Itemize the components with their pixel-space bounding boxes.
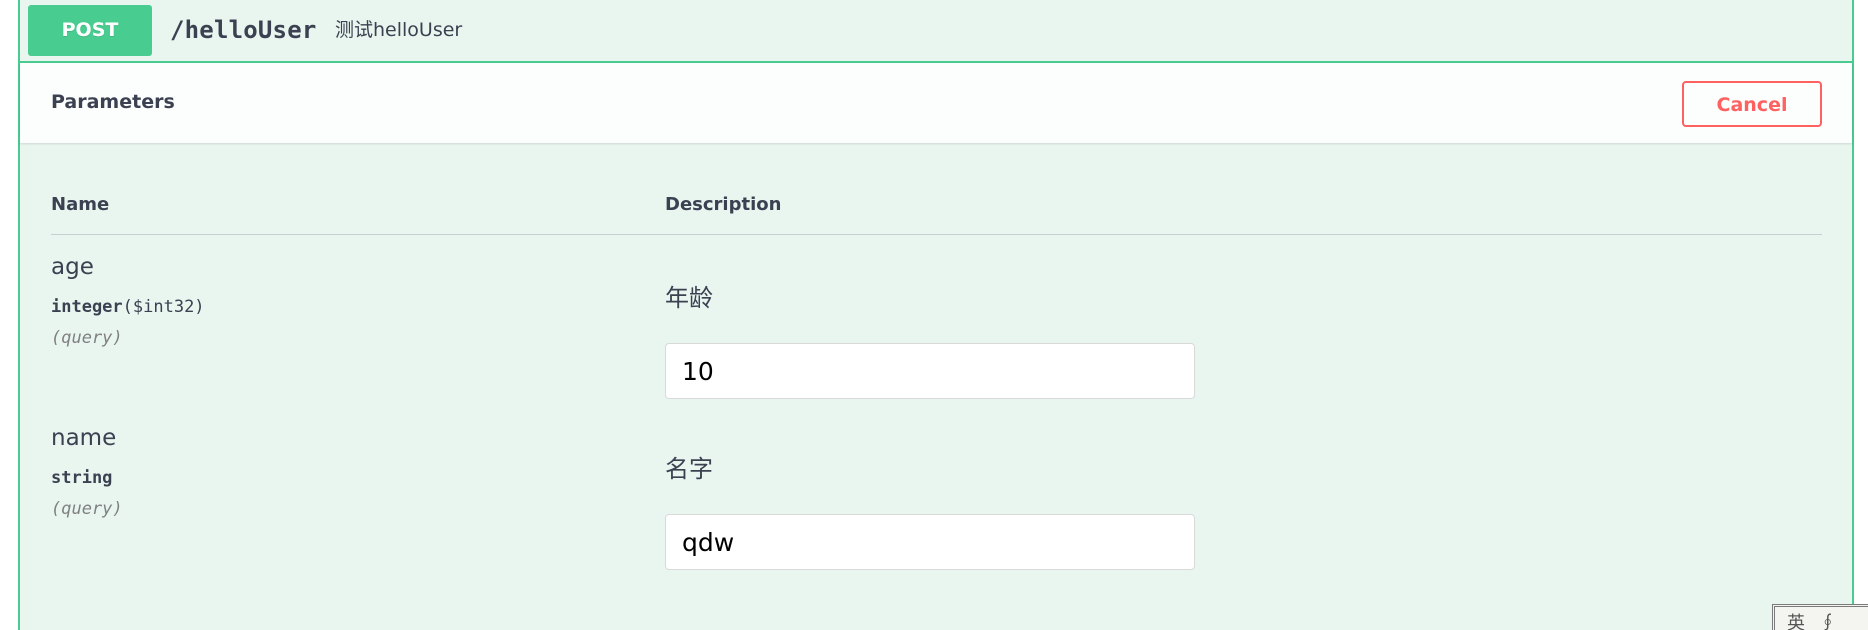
swagger-page: POST /helloUser 测试helloUser Parameters C…	[0, 0, 1868, 630]
method-badge[interactable]: POST	[28, 5, 152, 56]
header-divider	[51, 234, 1822, 235]
param-description-age: 年龄	[665, 284, 713, 312]
param-type-value: integer	[51, 297, 123, 317]
param-input-name[interactable]	[665, 514, 1195, 570]
param-input-age[interactable]	[665, 343, 1195, 399]
param-type-name: string	[51, 468, 112, 488]
param-format: ($int32)	[122, 297, 205, 317]
operation-path[interactable]: /helloUser	[170, 14, 317, 46]
operation-summary[interactable]: POST /helloUser 测试helloUser	[20, 0, 1852, 63]
param-name-age: age	[51, 254, 94, 280]
parameters-header: Parameters Cancel	[20, 63, 1852, 143]
column-header-description: Description	[665, 194, 782, 215]
column-header-name: Name	[51, 194, 110, 215]
ime-toolbar-text: 英 ∮ 拼	[1787, 613, 1841, 630]
parameters-title: Parameters	[51, 91, 175, 113]
param-name-name: name	[51, 425, 117, 451]
param-location-age: (query)	[51, 328, 123, 348]
operation-summary-text: 测试helloUser	[335, 19, 463, 41]
param-type-age: integer($int32)	[51, 297, 205, 317]
cancel-button[interactable]: Cancel	[1682, 81, 1822, 127]
param-location-name: (query)	[51, 499, 123, 519]
ime-toolbar[interactable]: 英 ∮ 拼	[1772, 604, 1868, 630]
param-description-name: 名字	[665, 455, 713, 483]
operation-block-post: POST /helloUser 测试helloUser Parameters C…	[18, 0, 1854, 630]
param-type-value: string	[51, 468, 113, 488]
